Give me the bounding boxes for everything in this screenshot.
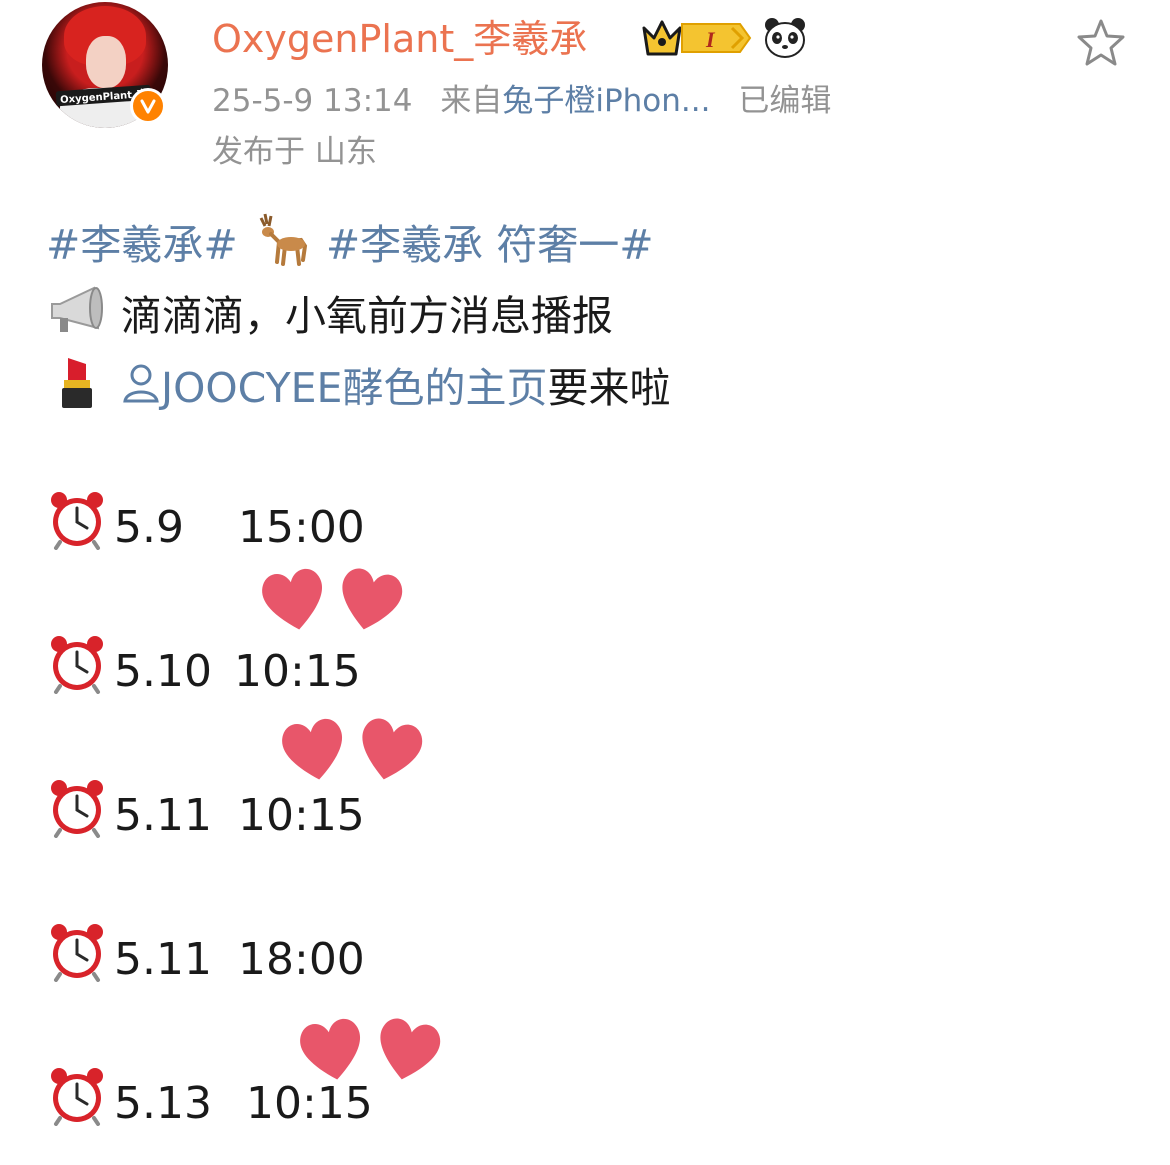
megaphone-emoji-icon	[46, 282, 108, 356]
post-source-link[interactable]: 兔子橙iPhon...	[502, 83, 710, 119]
lipstick-emoji-icon	[46, 354, 108, 428]
favorite-star-icon[interactable]	[1074, 16, 1128, 70]
alarm-clock-emoji-icon	[46, 488, 108, 568]
schedule-time: 18:00	[238, 934, 365, 985]
schedule-time: 10:15	[234, 646, 361, 697]
mention-suffix: 要来啦	[547, 364, 671, 412]
alarm-clock-emoji-icon	[46, 1064, 108, 1144]
schedule-time: 10:15	[246, 1078, 373, 1129]
schedule-item: 5.9 15:00	[46, 492, 365, 560]
schedule-date: 5.11	[114, 790, 212, 841]
badge-level-text: I	[705, 27, 716, 52]
heart-emoji-icon	[362, 718, 423, 780]
panda-icon	[763, 16, 807, 64]
schedule-item: 5.10 10:15	[46, 636, 361, 704]
topic-link-2[interactable]: #李羲承 符奢一#	[326, 221, 654, 269]
heart-emoji-icon	[342, 568, 403, 630]
post-location: 发布于 山东	[212, 134, 377, 170]
announce-line: 滴滴滴，小氧前方消息播报	[46, 282, 613, 342]
schedule-item: 5.13 10:15	[46, 1068, 373, 1136]
from-prefix: 来自	[440, 83, 503, 119]
verified-v-icon	[130, 88, 166, 124]
schedule-date: 5.13	[114, 1078, 212, 1129]
alarm-clock-emoji-icon	[46, 776, 108, 856]
crown-level-badge-icon[interactable]: I	[640, 16, 754, 64]
hearts-row	[256, 562, 408, 642]
topic-line: #李羲承# #李羲承 符奢一#	[46, 212, 654, 272]
schedule-date: 5.10	[114, 646, 212, 697]
user-mention-icon	[121, 361, 161, 421]
schedule-date: 5.9	[114, 502, 184, 553]
post-time: 25-5-9 13:14	[212, 83, 413, 119]
mention-line: JOOCYEE酵色的主页要来啦	[46, 354, 670, 414]
heart-emoji-icon	[380, 1018, 441, 1080]
mention-link[interactable]: JOOCYEE酵色的主页	[161, 364, 547, 412]
schedule-item: 5.11 18:00	[46, 924, 365, 992]
alarm-clock-emoji-icon	[46, 920, 108, 1000]
schedule-date: 5.11	[114, 934, 212, 985]
announce-text: 滴滴滴，小氧前方消息播报	[121, 292, 614, 340]
topic-link-1[interactable]: #李羲承#	[46, 221, 238, 269]
author-name[interactable]: OxygenPlant_李羲承	[212, 10, 587, 68]
schedule-time: 15:00	[238, 502, 365, 553]
post-meta: 25-5-9 13:14 来自兔子橙iPhon... 已编辑	[212, 76, 831, 126]
heart-emoji-icon	[262, 568, 323, 630]
alarm-clock-emoji-icon	[46, 632, 108, 712]
heart-emoji-icon	[282, 718, 343, 780]
schedule-time: 10:15	[238, 790, 365, 841]
schedule-item: 5.11 10:15	[46, 780, 365, 848]
edited-label[interactable]: 已编辑	[738, 83, 831, 119]
deer-emoji-icon	[251, 212, 313, 284]
hearts-row	[276, 712, 428, 792]
